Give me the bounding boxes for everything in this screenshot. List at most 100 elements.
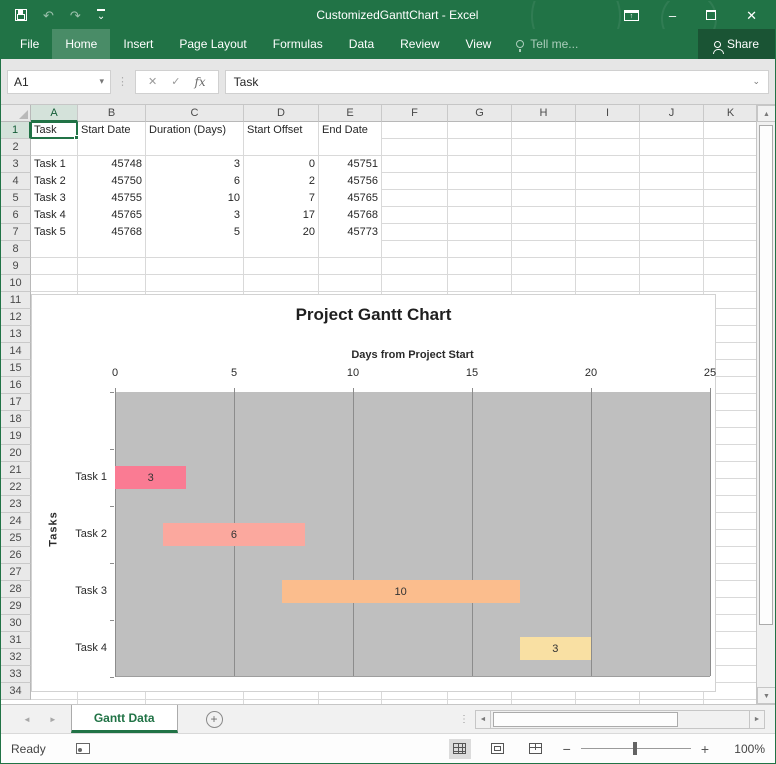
row-header-16[interactable]: 16	[1, 377, 31, 394]
gantt-bar-task-3[interactable]: 10	[282, 580, 520, 603]
cell-E5[interactable]: 45765	[319, 190, 381, 207]
row-header-9[interactable]: 9	[1, 258, 31, 275]
row-header-8[interactable]: 8	[1, 241, 31, 258]
column-header-J[interactable]: J	[640, 105, 704, 122]
tell-me-box[interactable]: Tell me...	[504, 29, 590, 59]
cell-A6[interactable]: Task 4	[31, 207, 77, 224]
row-header-23[interactable]: 23	[1, 496, 31, 513]
horizontal-scrollbar[interactable]: ◄ ►	[475, 710, 765, 729]
row-header-14[interactable]: 14	[1, 343, 31, 360]
row-header-24[interactable]: 24	[1, 513, 31, 530]
column-header-B[interactable]: B	[78, 105, 146, 122]
scroll-up-icon[interactable]: ▲	[757, 105, 775, 122]
fill-handle[interactable]	[74, 135, 79, 140]
column-header-H[interactable]: H	[512, 105, 576, 122]
page-break-view-button[interactable]	[525, 739, 547, 759]
cell-D7[interactable]: 20	[244, 224, 318, 241]
row-header-19[interactable]: 19	[1, 428, 31, 445]
macro-record-icon[interactable]	[76, 743, 90, 754]
row-header-20[interactable]: 20	[1, 445, 31, 462]
row-header-18[interactable]: 18	[1, 411, 31, 428]
row-header-33[interactable]: 33	[1, 666, 31, 683]
column-header-G[interactable]: G	[448, 105, 512, 122]
gantt-bar-task-2[interactable]: 6	[163, 523, 306, 546]
row-header-26[interactable]: 26	[1, 547, 31, 564]
row-header-11[interactable]: 11	[1, 292, 31, 309]
cell-C5[interactable]: 10	[146, 190, 243, 207]
row-header-28[interactable]: 28	[1, 581, 31, 598]
cell-E3[interactable]: 45751	[319, 156, 381, 173]
chart-x-axis-title[interactable]: Days from Project Start	[115, 349, 710, 361]
column-header-C[interactable]: C	[146, 105, 244, 122]
close-button[interactable]: ✕	[746, 9, 757, 22]
row-header-29[interactable]: 29	[1, 598, 31, 615]
row-header-5[interactable]: 5	[1, 190, 31, 207]
select-all-corner[interactable]	[1, 105, 31, 122]
vertical-scrollbar[interactable]: ▲ ▼	[756, 105, 775, 704]
cell-B1[interactable]: Start Date	[78, 122, 145, 139]
zoom-level[interactable]: 100%	[725, 742, 765, 756]
sheet-tab-gantt-data[interactable]: Gantt Data	[71, 705, 178, 733]
share-button[interactable]: Share	[698, 29, 775, 59]
cell-B7[interactable]: 45768	[78, 224, 145, 241]
ribbon-display-options-icon[interactable]: ↑	[624, 10, 639, 21]
cell-D5[interactable]: 7	[244, 190, 318, 207]
cell-A3[interactable]: Task 1	[31, 156, 77, 173]
gantt-bar-task-4[interactable]: 3	[520, 637, 591, 660]
scroll-down-icon[interactable]: ▼	[757, 687, 775, 704]
add-sheet-button[interactable]: +	[206, 711, 223, 728]
expand-formula-bar-icon[interactable]: ⌄	[752, 76, 760, 87]
row-header-17[interactable]: 17	[1, 394, 31, 411]
row-header-27[interactable]: 27	[1, 564, 31, 581]
normal-view-button[interactable]	[449, 739, 471, 759]
cell-B3[interactable]: 45748	[78, 156, 145, 173]
cell-B5[interactable]: 45755	[78, 190, 145, 207]
chevron-down-icon[interactable]: ▾	[99, 76, 104, 87]
row-header-6[interactable]: 6	[1, 207, 31, 224]
save-icon[interactable]	[15, 9, 27, 21]
cell-C1[interactable]: Duration (Days)	[146, 122, 243, 139]
cell-A5[interactable]: Task 3	[31, 190, 77, 207]
column-header-E[interactable]: E	[319, 105, 382, 122]
row-header-30[interactable]: 30	[1, 615, 31, 632]
cell-E6[interactable]: 45768	[319, 207, 381, 224]
cell-C7[interactable]: 5	[146, 224, 243, 241]
cell-D4[interactable]: 2	[244, 173, 318, 190]
ribbon-tab-review[interactable]: Review	[387, 29, 452, 59]
gantt-bar-task-1[interactable]: 3	[115, 466, 186, 489]
vertical-scroll-thumb[interactable]	[759, 125, 773, 625]
cell-E4[interactable]: 45756	[319, 173, 381, 190]
row-header-1[interactable]: 1	[1, 122, 31, 139]
name-box[interactable]: A1 ▾	[7, 70, 111, 94]
ribbon-tab-formulas[interactable]: Formulas	[260, 29, 336, 59]
row-header-2[interactable]: 2	[1, 139, 31, 156]
row-header-4[interactable]: 4	[1, 173, 31, 190]
formula-input[interactable]: Task ⌄	[225, 70, 769, 94]
row-header-15[interactable]: 15	[1, 360, 31, 377]
gantt-chart-object[interactable]: Project Gantt Chart Days from Project St…	[31, 294, 716, 692]
cells-area[interactable]: Project Gantt Chart Days from Project St…	[31, 122, 758, 704]
ribbon-tab-view[interactable]: View	[453, 29, 505, 59]
cell-E7[interactable]: 45773	[319, 224, 381, 241]
zoom-in-icon[interactable]: +	[701, 741, 709, 757]
ribbon-tab-file[interactable]: File	[7, 29, 52, 59]
undo-icon[interactable]: ↶	[43, 9, 54, 22]
ribbon-tab-data[interactable]: Data	[336, 29, 387, 59]
cell-D6[interactable]: 17	[244, 207, 318, 224]
customize-qat-icon[interactable]: ⌄	[97, 9, 105, 22]
ribbon-tab-page-layout[interactable]: Page Layout	[166, 29, 259, 59]
column-header-A[interactable]: A	[31, 105, 78, 122]
zoom-slider-thumb[interactable]	[633, 742, 637, 755]
cell-B4[interactable]: 45750	[78, 173, 145, 190]
scroll-left-icon[interactable]: ◄	[476, 711, 491, 728]
row-header-22[interactable]: 22	[1, 479, 31, 496]
cell-C4[interactable]: 6	[146, 173, 243, 190]
row-header-34[interactable]: 34	[1, 683, 31, 700]
confirm-icon[interactable]: ✓	[171, 75, 180, 88]
row-header-13[interactable]: 13	[1, 326, 31, 343]
cell-A7[interactable]: Task 5	[31, 224, 77, 241]
scroll-right-icon[interactable]: ►	[749, 711, 764, 728]
column-header-K[interactable]: K	[704, 105, 756, 122]
ribbon-tab-insert[interactable]: Insert	[110, 29, 166, 59]
zoom-out-icon[interactable]: −	[563, 741, 571, 757]
